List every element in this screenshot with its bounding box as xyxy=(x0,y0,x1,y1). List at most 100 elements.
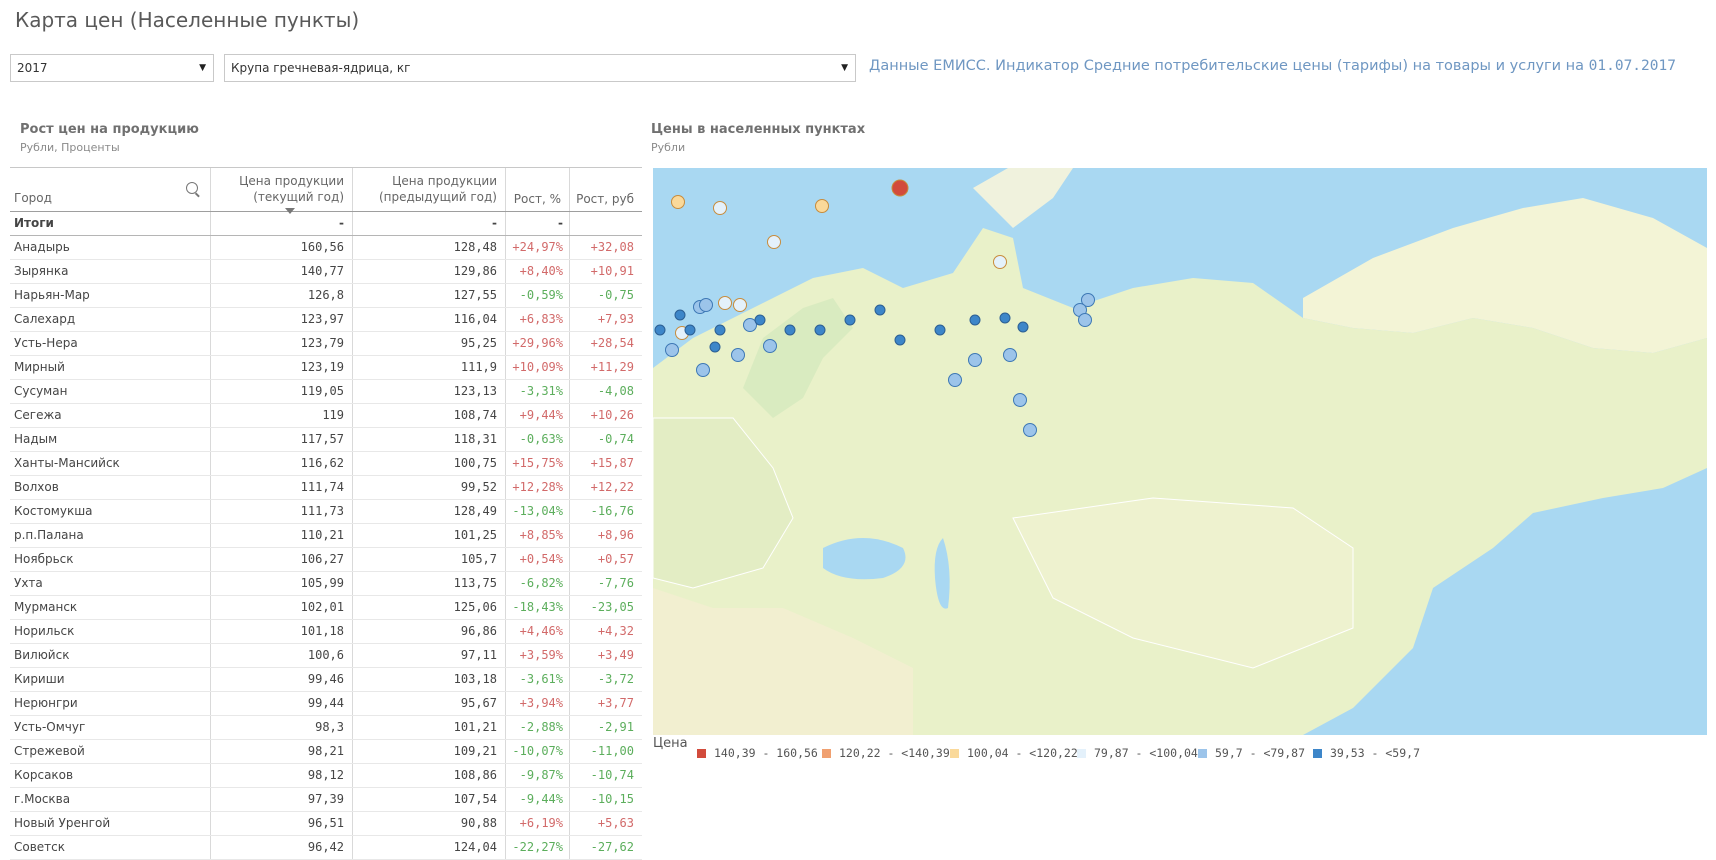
city-marker[interactable] xyxy=(696,363,710,377)
city-marker[interactable] xyxy=(731,348,745,362)
row-city: Сегежа xyxy=(10,404,211,427)
city-marker[interactable] xyxy=(844,314,856,326)
table-row[interactable]: Советск 96,42 124,04 -22,27% -27,62 xyxy=(10,836,642,860)
city-marker[interactable] xyxy=(969,314,981,326)
city-marker[interactable] xyxy=(684,324,696,336)
row-city: Стрежевой xyxy=(10,740,211,763)
city-marker[interactable] xyxy=(968,353,982,367)
table-row[interactable]: Анадырь 160,56 128,48 +24,97% +32,08 xyxy=(10,236,642,260)
row-growth-percent: -0,63% xyxy=(506,428,570,451)
row-city: Мирный xyxy=(10,356,211,379)
city-marker[interactable] xyxy=(874,304,886,316)
row-city: Кириши xyxy=(10,668,211,691)
city-marker[interactable] xyxy=(654,324,666,336)
city-marker[interactable] xyxy=(1017,321,1029,333)
city-marker[interactable] xyxy=(784,324,796,336)
table-row[interactable]: Корсаков 98,12 108,86 -9,87% -10,74 xyxy=(10,764,642,788)
legend-item[interactable]: 59,7 - <79,87 xyxy=(1198,746,1305,760)
city-marker[interactable] xyxy=(713,201,727,215)
column-header-growth-rub[interactable]: Рост, руб xyxy=(570,168,642,211)
city-marker[interactable] xyxy=(993,255,1007,269)
legend-item[interactable]: 140,39 - 160,56 xyxy=(697,746,818,760)
search-icon[interactable] xyxy=(186,182,198,194)
city-marker[interactable] xyxy=(934,324,946,336)
city-marker[interactable] xyxy=(948,373,962,387)
legend-item[interactable]: 39,53 - <59,7 xyxy=(1313,746,1420,760)
city-marker[interactable] xyxy=(814,324,826,336)
city-marker[interactable] xyxy=(709,341,721,353)
table-row[interactable]: Кириши 99,46 103,18 -3,61% -3,72 xyxy=(10,668,642,692)
row-growth-percent: -2,88% xyxy=(506,716,570,739)
map-panel-title: Цены в населенных пунктах xyxy=(651,122,866,137)
table-row[interactable]: Костомукша 111,73 128,49 -13,04% -16,76 xyxy=(10,500,642,524)
table-row[interactable]: Мирный 123,19 111,9 +10,09% +11,29 xyxy=(10,356,642,380)
city-marker[interactable] xyxy=(714,324,726,336)
table-row[interactable]: Салехард 123,97 116,04 +6,83% +7,93 xyxy=(10,308,642,332)
table-row[interactable]: Сегежа 119 108,74 +9,44% +10,26 xyxy=(10,404,642,428)
city-marker[interactable] xyxy=(763,339,777,353)
dropdown-arrow-icon: ▼ xyxy=(199,63,206,73)
table-row[interactable]: Ухта 105,99 113,75 -6,82% -7,76 xyxy=(10,572,642,596)
column-header-current-price[interactable]: Цена продукции (текущий год) xyxy=(211,168,353,211)
table-row[interactable]: Мурманск 102,01 125,06 -18,43% -23,05 xyxy=(10,596,642,620)
row-current-price: 117,57 xyxy=(211,428,353,451)
column-header-city[interactable]: Город xyxy=(10,168,211,211)
row-city: Ханты-Мансийск xyxy=(10,452,211,475)
column-header-growth-percent[interactable]: Рост, % xyxy=(506,168,570,211)
city-marker[interactable] xyxy=(815,199,829,213)
row-current-price: 98,12 xyxy=(211,764,353,787)
row-growth-percent: +6,83% xyxy=(506,308,570,331)
product-select[interactable]: Крупа гречневая-ядрица, кг ▼ xyxy=(224,54,856,82)
table-row[interactable]: Усть-Нера 123,79 95,25 +29,96% +28,54 xyxy=(10,332,642,356)
table-row[interactable]: Волхов 111,74 99,52 +12,28% +12,22 xyxy=(10,476,642,500)
row-city: Костомукша xyxy=(10,500,211,523)
city-marker[interactable] xyxy=(718,296,732,310)
table-row[interactable]: Нерюнгри 99,44 95,67 +3,94% +3,77 xyxy=(10,692,642,716)
table-row[interactable]: Сусуман 119,05 123,13 -3,31% -4,08 xyxy=(10,380,642,404)
city-marker[interactable] xyxy=(1013,393,1027,407)
column-header-previous-price[interactable]: Цена продукции (предыдущий год) xyxy=(353,168,506,211)
row-growth-rub: -7,76 xyxy=(597,576,634,590)
table-row[interactable]: Зырянка 140,77 129,86 +8,40% +10,91 xyxy=(10,260,642,284)
table-row[interactable]: Ноябрьск 106,27 105,7 +0,54% +0,57 xyxy=(10,548,642,572)
legend-item[interactable]: 79,87 - <100,04 xyxy=(1077,746,1198,760)
row-growth-rub: +3,49 xyxy=(597,648,634,662)
city-marker[interactable] xyxy=(894,334,906,346)
price-map[interactable] xyxy=(653,168,1707,735)
table-row[interactable]: Ханты-Мансийск 116,62 100,75 +15,75% +15,87 xyxy=(10,452,642,476)
map-canvas[interactable] xyxy=(653,168,1707,735)
row-city: Новый Уренгой xyxy=(10,812,211,835)
totals-percent: - xyxy=(506,212,570,235)
totals-current: - xyxy=(211,212,353,235)
row-growth-percent: +24,97% xyxy=(506,236,570,259)
table-row[interactable]: Новый Уренгой 96,51 90,88 +6,19% +5,63 xyxy=(10,812,642,836)
city-marker[interactable] xyxy=(1078,313,1092,327)
table-row[interactable]: Надым 117,57 118,31 -0,63% -0,74 xyxy=(10,428,642,452)
city-marker[interactable] xyxy=(999,312,1011,324)
year-select[interactable]: 2017 ▼ xyxy=(10,54,214,82)
table-row[interactable]: Нарьян-Мар 126,8 127,55 -0,59% -0,75 xyxy=(10,284,642,308)
table-row[interactable]: Усть-Омчуг 98,3 101,21 -2,88% -2,91 xyxy=(10,716,642,740)
table-row[interactable]: Вилюйск 100,6 97,11 +3,59% +3,49 xyxy=(10,644,642,668)
city-marker[interactable] xyxy=(1003,348,1017,362)
city-marker[interactable] xyxy=(891,179,909,197)
table-row[interactable]: р.п.Палана 110,21 101,25 +8,85% +8,96 xyxy=(10,524,642,548)
city-marker[interactable] xyxy=(754,314,766,326)
city-marker[interactable] xyxy=(674,309,686,321)
row-growth-percent: -0,59% xyxy=(506,284,570,307)
city-marker[interactable] xyxy=(1023,423,1037,437)
city-marker[interactable] xyxy=(665,343,679,357)
black-sea xyxy=(823,538,906,580)
table-row[interactable]: Стрежевой 98,21 109,21 -10,07% -11,00 xyxy=(10,740,642,764)
legend-item[interactable]: 100,04 - <120,22 xyxy=(950,746,1078,760)
city-marker[interactable] xyxy=(699,298,713,312)
legend-item[interactable]: 120,22 - <140,39 xyxy=(822,746,950,760)
row-growth-percent: -3,61% xyxy=(506,668,570,691)
table-row[interactable]: Норильск 101,18 96,86 +4,46% +4,32 xyxy=(10,620,642,644)
table-row[interactable]: г.Москва 97,39 107,54 -9,44% -10,15 xyxy=(10,788,642,812)
city-marker[interactable] xyxy=(733,298,747,312)
city-marker[interactable] xyxy=(767,235,781,249)
city-marker[interactable] xyxy=(671,195,685,209)
row-growth-percent: +4,46% xyxy=(506,620,570,643)
row-growth-rub: +4,32 xyxy=(597,624,634,638)
